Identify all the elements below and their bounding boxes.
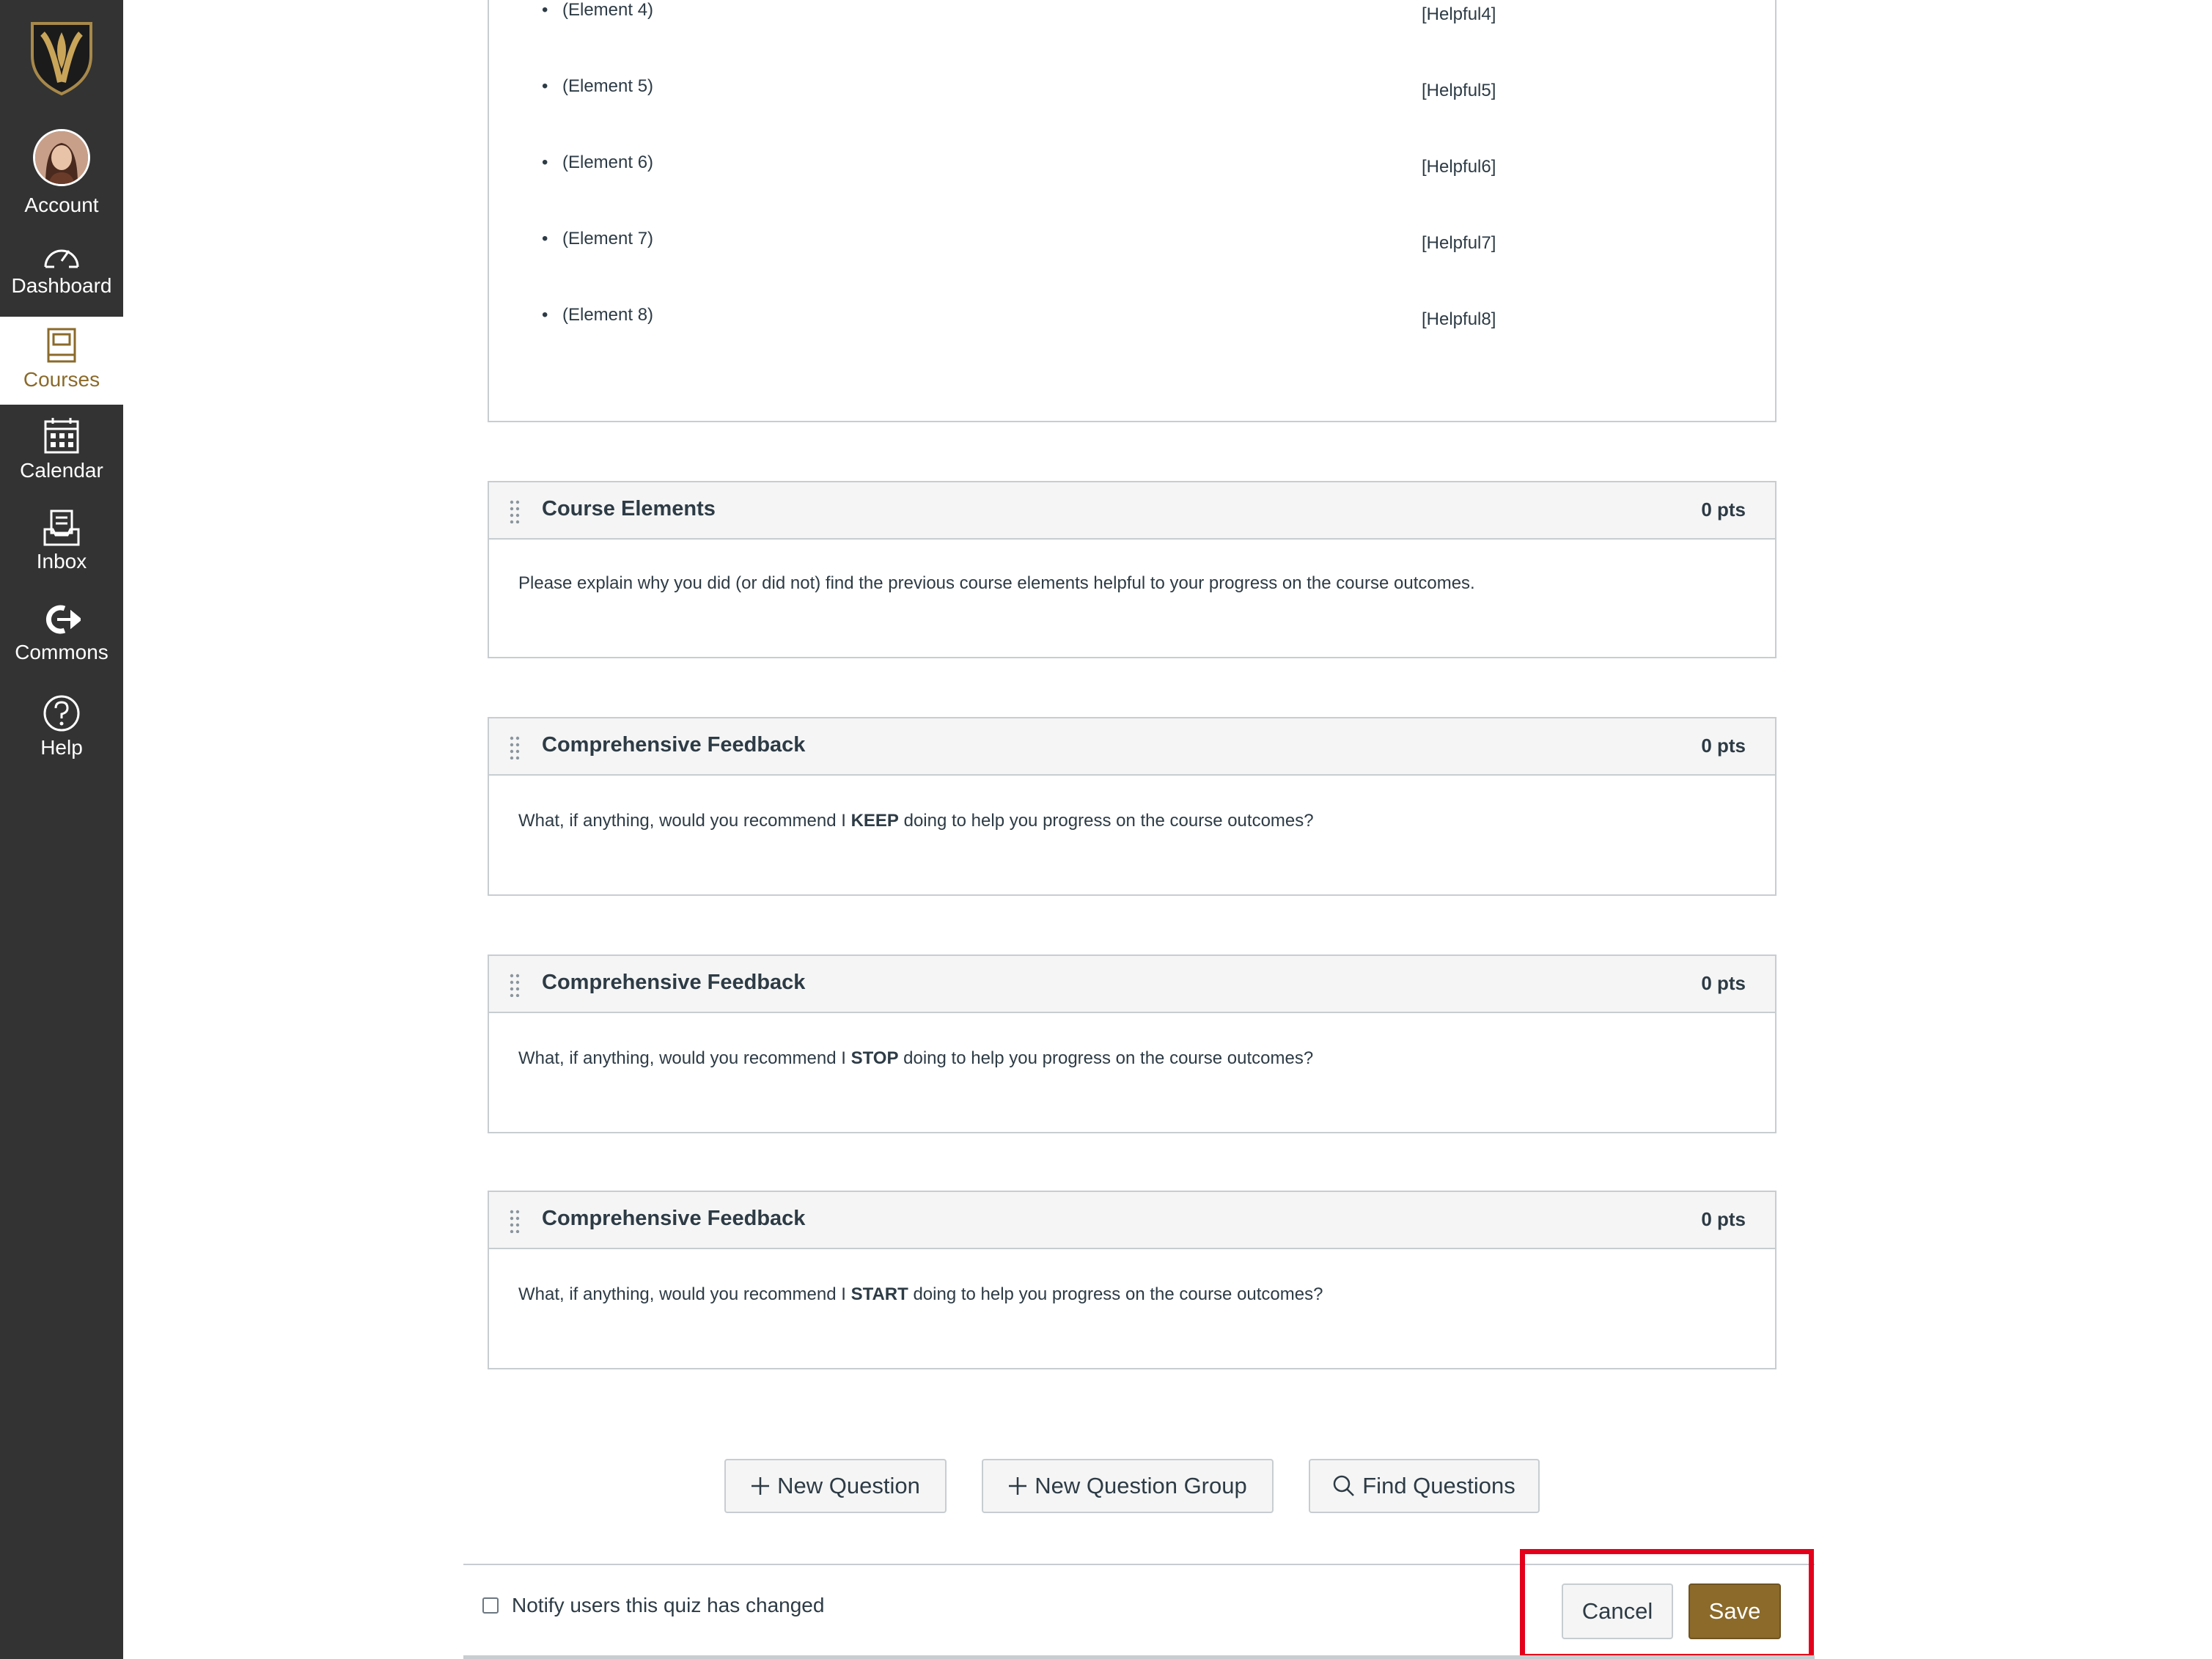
plus-icon <box>1009 1477 1027 1495</box>
drag-handle-icon[interactable] <box>510 1210 520 1233</box>
plus-icon <box>752 1477 770 1495</box>
nav-account[interactable]: Account <box>0 129 123 217</box>
element-label: (Element 4) <box>562 0 654 20</box>
dashboard-icon <box>44 249 79 268</box>
bullet: • <box>542 0 548 20</box>
question-text-before: What, if anything, would you recommend I <box>518 1284 851 1304</box>
nav-courses[interactable]: Courses <box>0 317 123 405</box>
question-text-before: Please explain why you did (or did not) … <box>518 573 1475 593</box>
find-questions-label: Find Questions <box>1362 1473 1515 1498</box>
question-card: Course Elements 0 pts Please explain why… <box>488 481 1776 658</box>
inbox-icon <box>43 510 80 546</box>
element-tag: [Helpful4] <box>1422 4 1496 24</box>
question-card: Comprehensive Feedback 0 pts What, if an… <box>488 954 1776 1133</box>
bullet: • <box>542 229 548 249</box>
notify-users-label: Notify users this quiz has changed <box>512 1594 825 1616</box>
bullet: • <box>542 152 548 172</box>
question-text-after: doing to help you progress on the course… <box>898 811 1314 831</box>
question-header: Course Elements 0 pts <box>489 482 1775 540</box>
question-text-before: What, if anything, would you recommend I <box>518 811 851 831</box>
question-points: 0 pts <box>1701 499 1746 520</box>
question-card: Comprehensive Feedback 0 pts What, if an… <box>488 717 1776 896</box>
new-question-label: New Question <box>777 1473 920 1498</box>
global-nav: Account Dashboard Courses Calendar Inbox… <box>0 0 123 1659</box>
element-label: (Element 8) <box>562 305 654 325</box>
commons-icon <box>46 605 81 634</box>
avatar <box>33 129 90 186</box>
nav-commons[interactable]: Commons <box>0 603 123 664</box>
nav-inbox[interactable]: Inbox <box>0 509 123 573</box>
nav-help[interactable]: Help <box>0 694 123 759</box>
element-label: (Element 6) <box>562 152 654 172</box>
question-answers-panel: • (Element 4) [Helpful4] • (Element 5) [… <box>488 0 1776 422</box>
nav-label-help: Help <box>40 736 83 759</box>
nav-dashboard[interactable]: Dashboard <box>0 239 123 298</box>
question-text: Please explain why you did (or did not) … <box>518 573 1475 594</box>
question-text-bold: START <box>850 1284 908 1304</box>
courses-icon <box>47 328 76 363</box>
question-text-after: doing to help you progress on the course… <box>898 1048 1314 1068</box>
question-text-before: What, if anything, would you recommend I <box>518 1048 851 1068</box>
question-text: What, if anything, would you recommend I… <box>518 1048 1313 1069</box>
new-question-group-button[interactable]: New Question Group <box>982 1459 1274 1513</box>
question-points: 0 pts <box>1701 1208 1746 1230</box>
question-title: Comprehensive Feedback <box>542 1207 806 1230</box>
notify-users-option[interactable]: Notify users this quiz has changed <box>482 1594 824 1617</box>
calendar-icon <box>44 418 79 454</box>
nav-label-commons: Commons <box>15 641 109 663</box>
annotation-highlight-box <box>1520 1549 1814 1659</box>
question-points: 0 pts <box>1701 735 1746 757</box>
question-text: What, if anything, would you recommend I… <box>518 811 1314 831</box>
new-question-button[interactable]: New Question <box>724 1459 947 1513</box>
nav-calendar[interactable]: Calendar <box>0 416 123 482</box>
question-text-after: doing to help you progress on the course… <box>908 1284 1323 1304</box>
nav-label-account: Account <box>24 194 99 216</box>
question-text: What, if anything, would you recommend I… <box>518 1284 1323 1305</box>
question-title: Comprehensive Feedback <box>542 971 806 994</box>
question-title: Comprehensive Feedback <box>542 733 806 757</box>
find-questions-button[interactable]: Find Questions <box>1309 1459 1540 1513</box>
question-text-bold: STOP <box>850 1048 899 1068</box>
bullet: • <box>542 76 548 96</box>
question-header: Comprehensive Feedback 0 pts <box>489 718 1775 776</box>
footer-bottom-border <box>463 1655 1815 1659</box>
nav-label-dashboard: Dashboard <box>11 274 112 297</box>
search-icon <box>1334 1475 1355 1496</box>
drag-handle-icon[interactable] <box>510 736 520 759</box>
question-header: Comprehensive Feedback 0 pts <box>489 956 1775 1013</box>
element-tag: [Helpful7] <box>1422 233 1496 253</box>
question-points: 0 pts <box>1701 972 1746 994</box>
element-tag: [Helpful8] <box>1422 309 1496 329</box>
element-tag: [Helpful6] <box>1422 157 1496 177</box>
nav-label-courses: Courses <box>23 368 100 391</box>
nav-label-inbox: Inbox <box>36 550 87 573</box>
question-text-bold: KEEP <box>850 811 899 831</box>
element-tag: [Helpful5] <box>1422 81 1496 100</box>
question-header: Comprehensive Feedback 0 pts <box>489 1192 1775 1249</box>
notify-users-checkbox[interactable] <box>482 1597 499 1614</box>
school-logo[interactable] <box>22 18 101 97</box>
drag-handle-icon[interactable] <box>510 500 520 523</box>
nav-label-calendar: Calendar <box>20 459 103 482</box>
new-question-group-label: New Question Group <box>1035 1473 1247 1498</box>
element-label: (Element 7) <box>562 229 654 249</box>
question-title: Course Elements <box>542 497 716 520</box>
bullet: • <box>542 305 548 325</box>
element-label: (Element 5) <box>562 76 654 96</box>
drag-handle-icon[interactable] <box>510 974 520 997</box>
help-icon <box>43 695 80 732</box>
question-card: Comprehensive Feedback 0 pts What, if an… <box>488 1191 1776 1369</box>
